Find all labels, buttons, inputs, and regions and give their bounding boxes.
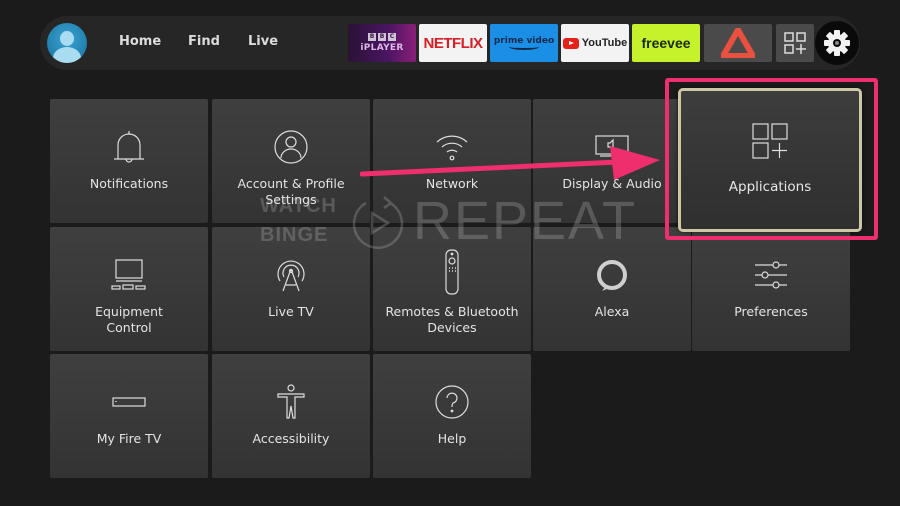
remote-icon	[432, 249, 472, 295]
tile-help[interactable]: Help	[373, 354, 531, 478]
tile-applications[interactable]: Applications	[678, 88, 862, 232]
tile-equipment-control[interactable]: Equipment Control	[50, 227, 208, 351]
tile-label: Account & Profile Settings	[216, 176, 366, 208]
youtube-logo: YouTube	[581, 37, 628, 49]
freevee-logo: freevee	[641, 35, 691, 51]
bell-icon	[109, 127, 149, 167]
sliders-icon	[751, 255, 791, 295]
tile-label-line: Remotes & Bluetooth	[385, 304, 519, 319]
tile-account-profile-settings[interactable]: Account & Profile Settings	[212, 99, 370, 223]
tile-label-line: Control	[106, 320, 152, 335]
bbc-block: B	[368, 33, 376, 41]
tile-label: Equipment Control	[54, 304, 204, 336]
tile-label: Preferences	[734, 304, 808, 319]
tile-label: Applications	[728, 179, 812, 195]
user-circle-icon	[271, 127, 311, 167]
tile-accessibility[interactable]: Accessibility	[212, 354, 370, 478]
app-bbc-iplayer[interactable]: B B C iPLAYER	[348, 24, 416, 62]
apps-add-icon	[784, 32, 806, 54]
tile-network[interactable]: Network	[373, 99, 531, 223]
tile-label-line: Equipment	[95, 304, 163, 319]
tv-equipment-icon	[109, 255, 149, 295]
tile-label-line: Devices	[427, 320, 477, 335]
prime-smile-icon	[509, 44, 539, 50]
nav-home[interactable]: Home	[119, 34, 161, 49]
tile-live-tv[interactable]: Live TV	[212, 227, 370, 351]
nav-live[interactable]: Live	[248, 34, 278, 49]
tile-label: Remotes & Bluetooth Devices	[377, 304, 527, 336]
alexa-icon	[592, 255, 632, 295]
add-apps-button[interactable]	[776, 24, 814, 62]
avatar-body	[53, 47, 81, 63]
bbc-logo: B B C	[368, 33, 396, 41]
avatar-head	[60, 31, 74, 46]
youtube-play-icon	[562, 37, 579, 49]
red-triangle-icon	[721, 28, 755, 58]
accessibility-icon	[271, 382, 311, 422]
display-audio-icon	[592, 127, 632, 167]
nav-find[interactable]: Find	[188, 34, 220, 49]
app-youtube[interactable]: YouTube	[561, 24, 629, 62]
bbc-iplayer-label: iPLAYER	[360, 43, 404, 53]
tile-my-fire-tv[interactable]: My Fire TV	[50, 354, 208, 478]
tile-preferences[interactable]: Preferences	[692, 227, 850, 351]
tile-notifications[interactable]: Notifications	[50, 99, 208, 223]
tile-label: Network	[425, 176, 479, 191]
tile-alexa[interactable]: Alexa	[533, 227, 691, 351]
tile-label: Notifications	[89, 176, 169, 191]
top-nav-bar: Home Find Live B B C iPLAYER NETFLIX pri…	[40, 16, 860, 70]
tile-label: Live TV	[268, 304, 314, 319]
tile-label: Alexa	[594, 304, 630, 319]
antenna-icon	[271, 255, 311, 295]
app-netflix[interactable]: NETFLIX	[419, 24, 487, 62]
gear-icon	[824, 30, 850, 56]
bbc-block: C	[388, 33, 396, 41]
tile-label-line: Settings	[265, 192, 317, 207]
netflix-logo: NETFLIX	[423, 34, 484, 52]
tile-remotes-bluetooth[interactable]: Remotes & Bluetooth Devices	[373, 227, 531, 351]
tile-label: Accessibility	[252, 431, 330, 446]
app-prime-video[interactable]: prime video	[490, 24, 558, 62]
fire-tv-stick-icon	[109, 382, 149, 422]
tile-label-line: Account & Profile	[237, 176, 345, 191]
help-icon	[432, 382, 472, 422]
tile-label: My Fire TV	[96, 431, 162, 446]
apps-add-icon	[752, 123, 788, 163]
bbc-block: B	[378, 33, 386, 41]
tile-label: Help	[437, 431, 467, 446]
wifi-icon	[432, 127, 472, 167]
app-freevee[interactable]: freevee	[632, 24, 700, 62]
app-red-triangle[interactable]	[704, 24, 772, 62]
profile-avatar[interactable]	[47, 23, 87, 63]
settings-button[interactable]	[815, 21, 859, 65]
